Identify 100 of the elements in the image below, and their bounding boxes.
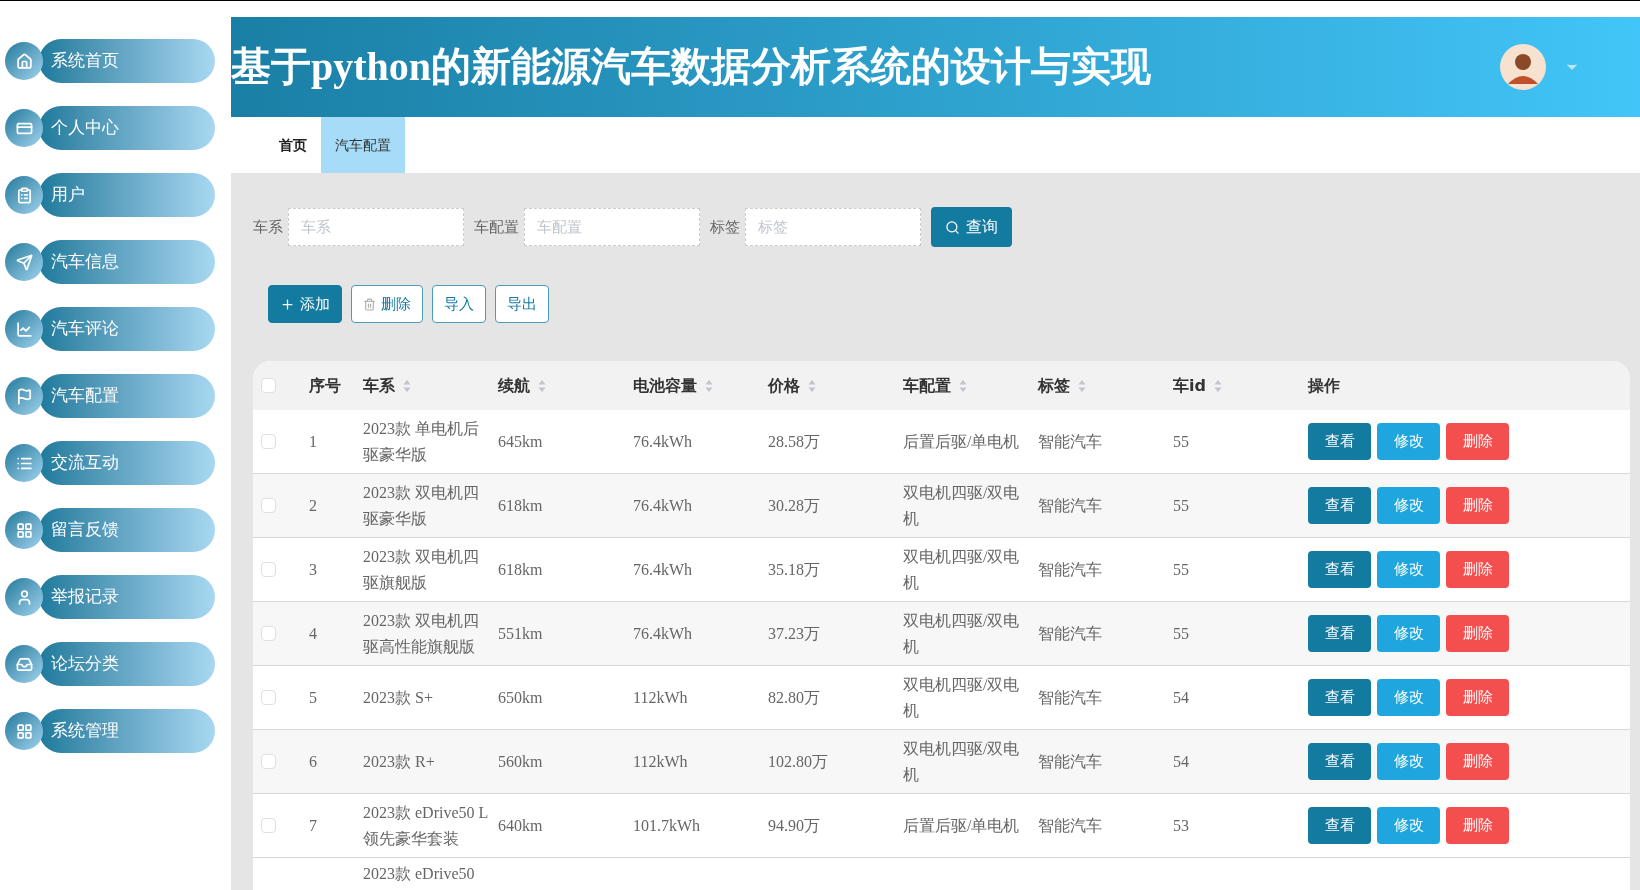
row-checkbox[interactable] <box>261 378 276 393</box>
row-action-button[interactable]: 查看 <box>1308 679 1371 716</box>
table-cell: 6 <box>309 752 317 770</box>
row-action-button[interactable]: 删除 <box>1446 679 1509 716</box>
table-cell: 2023款 双电机四驱旗舰版 <box>363 547 479 591</box>
sidebar-item[interactable]: 交流互动 <box>39 441 215 485</box>
column-header: 操作 <box>1308 374 1340 397</box>
column-header: 车id <box>1173 374 1206 397</box>
sidebar-item[interactable]: 论坛分类 <box>39 642 215 686</box>
table-cell: 55 <box>1173 432 1189 450</box>
sort-icon[interactable] <box>1078 378 1086 393</box>
table-cell: 645km <box>498 432 543 450</box>
table-cell: 智能汽车 <box>1038 752 1102 770</box>
toolbar-button[interactable]: 添加 <box>268 285 342 323</box>
row-action-button[interactable]: 修改 <box>1377 743 1440 780</box>
row-action-button[interactable]: 删除 <box>1446 615 1509 652</box>
table-cell: 76.4kWh <box>633 432 693 450</box>
row-action-button[interactable]: 修改 <box>1377 551 1440 588</box>
table-cell: 智能汽车 <box>1038 432 1102 450</box>
row-checkbox[interactable] <box>261 498 276 513</box>
sidebar-item[interactable]: 个人中心 <box>39 106 215 150</box>
toolbar-button[interactable]: 导出 <box>495 285 549 323</box>
table-cell: 2023款 R+ <box>363 752 435 770</box>
table-cell: 30.28万 <box>768 496 820 514</box>
table-cell: 智能汽车 <box>1038 688 1102 706</box>
sidebar-item[interactable]: 系统首页 <box>39 39 215 83</box>
table-cell: 94.90万 <box>768 816 820 834</box>
trash-icon <box>363 297 376 311</box>
table-cell: 76.4kWh <box>633 496 693 514</box>
table-cell: 双电机四驱/双电机 <box>903 483 1020 527</box>
plus-icon <box>280 296 295 312</box>
search-button[interactable]: 查询 <box>931 207 1012 247</box>
home-icon <box>15 52 33 70</box>
sort-icon[interactable] <box>808 378 816 393</box>
table-cell: 双电机四驱/双电机 <box>903 675 1020 719</box>
sort-icon[interactable] <box>705 378 713 393</box>
row-action-button[interactable]: 查看 <box>1308 423 1371 460</box>
row-action-button[interactable]: 删除 <box>1446 423 1509 460</box>
send-icon <box>15 253 33 271</box>
avatar[interactable] <box>1500 44 1546 90</box>
sidebar-item[interactable]: 汽车信息 <box>39 240 215 284</box>
sidebar-item[interactable]: 汽车配置 <box>39 374 215 418</box>
row-checkbox[interactable] <box>261 754 276 769</box>
table-cell: 智能汽车 <box>1038 816 1102 834</box>
sort-icon[interactable] <box>959 378 967 393</box>
column-header: 电池容量 <box>633 374 697 397</box>
row-checkbox[interactable] <box>261 562 276 577</box>
window-title: 基于python的新能源汽车数据分析系统的设计与实现 <box>231 43 1152 91</box>
row-action-button[interactable]: 查看 <box>1308 487 1371 524</box>
sidebar-item[interactable]: 系统管理 <box>39 709 215 753</box>
row-action-button[interactable]: 修改 <box>1377 615 1440 652</box>
table-cell: 双电机四驱/双电机 <box>903 547 1020 591</box>
row-action-button[interactable]: 查看 <box>1308 551 1371 588</box>
row-action-button[interactable]: 修改 <box>1377 807 1440 844</box>
column-header: 价格 <box>768 374 800 397</box>
table-cell: 7 <box>309 816 317 834</box>
table-cell: 55 <box>1173 560 1189 578</box>
table-cell: 551km <box>498 624 543 642</box>
search-field[interactable]: 车系 <box>288 208 464 246</box>
row-action-button[interactable]: 删除 <box>1446 807 1509 844</box>
table-cell: 2023款 双电机四驱豪华版 <box>363 483 479 527</box>
table-cell: 后置后驱/单电机 <box>903 432 1020 450</box>
sidebar-item[interactable]: 举报记录 <box>39 575 215 619</box>
row-checkbox[interactable] <box>261 818 276 833</box>
chart-icon <box>15 320 33 338</box>
search-field[interactable]: 车配置 <box>524 208 700 246</box>
sort-icon[interactable] <box>538 378 546 393</box>
row-action-button[interactable]: 修改 <box>1377 423 1440 460</box>
table-cell: 55 <box>1173 496 1189 514</box>
row-action-button[interactable]: 查看 <box>1308 615 1371 652</box>
row-checkbox[interactable] <box>261 690 276 705</box>
row-checkbox[interactable] <box>261 434 276 449</box>
sort-icon[interactable] <box>1213 378 1222 393</box>
table-cell: 智能汽车 <box>1038 560 1102 578</box>
row-action-button[interactable]: 查看 <box>1308 743 1371 780</box>
row-action-button[interactable]: 修改 <box>1377 679 1440 716</box>
tab[interactable]: 汽车配置 <box>321 117 405 173</box>
toolbar-button[interactable]: 导入 <box>432 285 486 323</box>
search-field[interactable]: 标签 <box>745 208 921 246</box>
row-action-button[interactable]: 修改 <box>1377 487 1440 524</box>
sort-icon[interactable] <box>403 378 411 393</box>
row-action-button[interactable]: 查看 <box>1308 807 1371 844</box>
table-cell: 3 <box>309 560 317 578</box>
table-cell: 618km <box>498 560 543 578</box>
table-cell: 640km <box>498 816 543 834</box>
row-action-button[interactable]: 删除 <box>1446 743 1509 780</box>
table-cell: 1 <box>309 432 317 450</box>
table-cell: 28.58万 <box>768 432 820 450</box>
table-cell: 2 <box>309 496 317 514</box>
sidebar-item[interactable]: 留言反馈 <box>39 508 215 552</box>
row-checkbox[interactable] <box>261 626 276 641</box>
row-action-button[interactable]: 删除 <box>1446 551 1509 588</box>
sidebar-item[interactable]: 用户 <box>39 173 215 217</box>
row-action-button[interactable]: 删除 <box>1446 487 1509 524</box>
sidebar-item[interactable]: 汽车评论 <box>39 307 215 351</box>
toolbar-button[interactable]: 删除 <box>351 285 423 323</box>
table-cell: 53 <box>1173 816 1189 834</box>
table-cell: 2023款 单电机后驱豪华版 <box>363 419 479 463</box>
column-header: 续航 <box>498 374 530 397</box>
table-cell: 后置后驱/单电机 <box>903 816 1020 834</box>
